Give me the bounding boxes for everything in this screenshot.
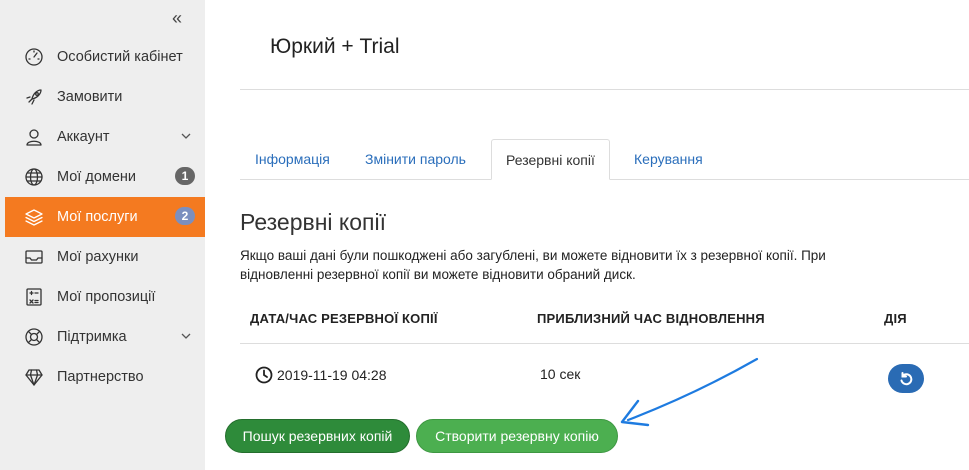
sidebar-item-services[interactable]: Мої послуги 2 [5,197,205,237]
sidebar-item-label: Аккаунт [57,129,110,145]
table-row-datetime: 2019-11-19 04:28 [255,366,387,384]
sidebar-item-dashboard[interactable]: Особистий кабінет [5,37,205,77]
tab-change-password[interactable]: Змінити пароль [365,139,466,180]
page-title: Юркий + Trial [270,35,400,58]
backup-restore-time: 10 сек [540,366,581,382]
search-backups-button[interactable]: Пошук резервних копій [225,419,410,453]
sidebar-item-support[interactable]: Підтримка [5,317,205,357]
sidebar-item-label: Підтримка [57,329,127,345]
tab-backups[interactable]: Резервні копії [491,139,610,180]
sidebar-item-proposals[interactable]: Мої пропозиції [5,277,205,317]
sidebar-item-label: Партнерство [57,369,144,385]
user-icon [23,126,45,148]
column-header-restore-time: ПРИБЛИЗНИЙ ЧАС ВІДНОВЛЕННЯ [537,311,765,326]
undo-icon [900,371,913,385]
chevron-down-icon[interactable] [181,129,191,139]
sidebar-item-invoices[interactable]: Мої рахунки [5,237,205,277]
layers-icon [23,206,45,228]
restore-button[interactable] [888,364,924,393]
tab-management[interactable]: Керування [634,139,703,180]
sidebar-item-partnership[interactable]: Партнерство [5,357,205,397]
sidebar-item-domains[interactable]: Мої домени 1 [5,157,205,197]
tab-info[interactable]: Інформація [255,139,330,180]
main-content: Юркий + Trial Інформація Змінити пароль … [225,0,969,470]
divider [240,343,969,344]
sidebar-item-account[interactable]: Аккаунт [5,117,205,157]
lifebuoy-icon [23,326,45,348]
diamond-icon [23,366,45,388]
sidebar: « Особистий кабінет Замовити Аккаунт Мої… [0,0,205,470]
backup-datetime: 2019-11-19 04:28 [277,367,387,383]
rocket-icon [23,86,45,108]
column-header-datetime: ДАТА/ЧАС РЕЗЕРВНОЇ КОПІЇ [250,311,438,326]
collapse-sidebar-icon[interactable]: « [172,8,182,28]
sidebar-item-label: Мої послуги [57,209,138,225]
section-title: Резервні копії [240,209,386,235]
sidebar-menu: Особистий кабінет Замовити Аккаунт Мої д… [5,37,205,397]
count-badge: 1 [175,167,195,185]
sidebar-item-order[interactable]: Замовити [5,77,205,117]
tab-bar: Інформація Змінити пароль Резервні копії… [240,139,969,180]
sidebar-item-label: Мої пропозиції [57,289,156,305]
chevron-down-icon[interactable] [181,329,191,339]
inbox-icon [23,246,45,268]
sidebar-item-label: Замовити [57,89,123,105]
create-backup-button[interactable]: Створити резервну копію [416,419,618,453]
sidebar-item-label: Особистий кабінет [57,49,183,65]
globe-icon [23,166,45,188]
section-description: Якщо ваші дані були пошкоджені або загуб… [240,248,826,282]
sidebar-item-label: Мої рахунки [57,249,139,265]
sidebar-item-label: Мої домени [57,169,137,185]
speedometer-icon [23,46,45,68]
column-header-action: ДІЯ [884,311,907,326]
clock-icon [255,366,273,384]
count-badge: 2 [175,207,195,225]
calculator-icon [23,286,45,308]
divider [240,89,969,90]
